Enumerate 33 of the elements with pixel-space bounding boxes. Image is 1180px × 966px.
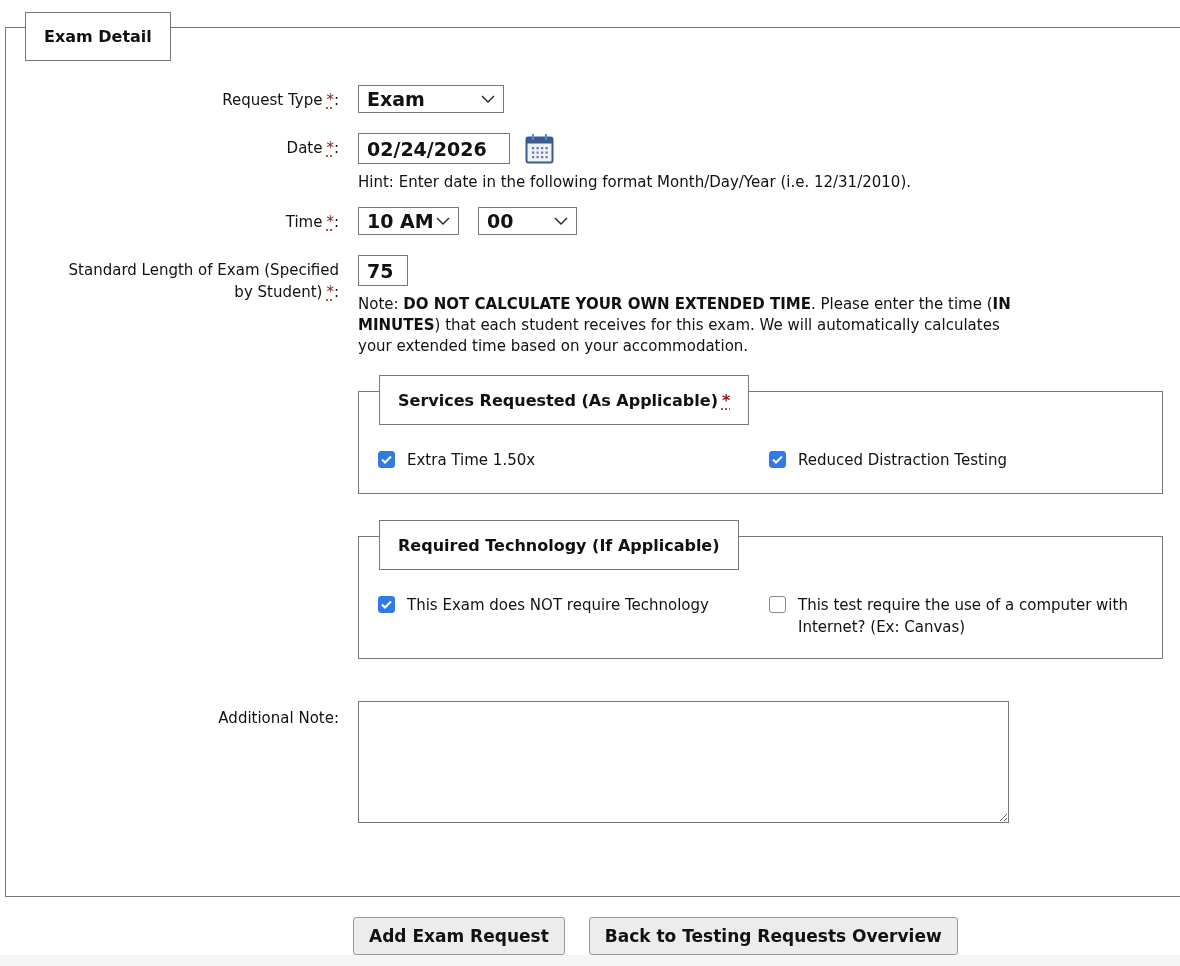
checkbox[interactable] [769, 451, 786, 468]
field-label: Date *: [286, 139, 339, 157]
hour-select[interactable]: 10 AM [358, 207, 459, 235]
date-field[interactable]: 02/24/2026 [358, 133, 510, 164]
date-hint: Hint: Enter date in the following format Month/Day/Year (i.e. 12/31/2010). [358, 172, 912, 193]
checkbox[interactable] [769, 596, 786, 613]
option-label: Reduced Distraction Testing [798, 450, 1008, 471]
option-label: This Exam does NOT require Technology [407, 595, 709, 616]
field-label: Time *: [285, 213, 339, 231]
required-mark: * [721, 391, 731, 410]
group-title: Services Requested (As Applicable) [398, 391, 718, 410]
back-button[interactable]: Back to Testing Requests Overview [588, 917, 958, 955]
minute-select[interactable]: 00 [478, 207, 577, 235]
group-title: Required Technology (If Applicable) [398, 536, 720, 555]
add-exam-request-button[interactable]: Add Exam Request [353, 917, 565, 955]
check-icon [381, 455, 392, 464]
checkbox[interactable] [378, 596, 395, 613]
field-label: Additional Note: [218, 709, 339, 727]
check-icon [381, 600, 392, 609]
chevron-down-icon [436, 217, 450, 225]
field-label: Request Type *: [222, 91, 339, 109]
request-type-select[interactable]: Exam [358, 85, 504, 113]
fieldset-legend: Exam Detail [25, 12, 171, 61]
option-label: Extra Time 1.50x [407, 450, 536, 471]
exam-length-field[interactable]: 75 [358, 255, 408, 286]
calendar-icon[interactable] [525, 133, 554, 164]
chevron-down-icon [481, 95, 495, 103]
exam-length-note: Note: DO NOT CALCULATE YOUR OWN EXTENDED TIME. Please enter the time (IN MINUTES) that each student receives for this exam. We will automatically calculates your extended time based on your accommodation. [358, 294, 1012, 357]
option-label: This test require the use of a computer with Internet? (Ex: Canvas) [798, 595, 1129, 638]
checkbox[interactable] [378, 451, 395, 468]
chevron-down-icon [554, 217, 568, 225]
check-icon [772, 455, 783, 464]
field-label: Standard Length of Exam (Specified by Student) *: [68, 261, 339, 301]
